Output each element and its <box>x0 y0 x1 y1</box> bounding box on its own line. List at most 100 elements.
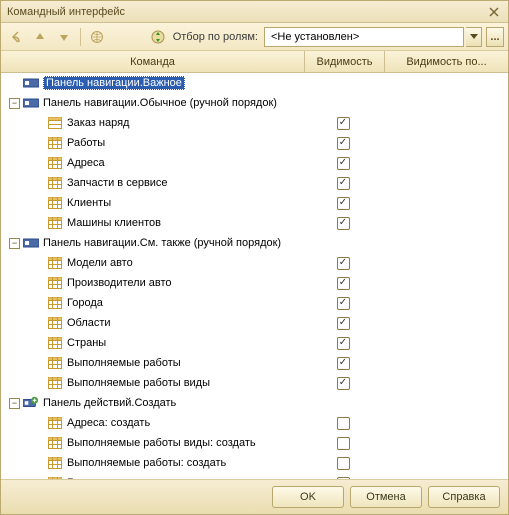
tree-item[interactable]: Клиенты <box>1 193 508 213</box>
row-label: Выполняемые работы виды <box>67 377 210 389</box>
row-label: Выполняемые работы: создать <box>67 457 226 469</box>
row-label: Машины клиентов <box>67 217 161 229</box>
titlebar: Командный интерфейс <box>1 1 508 23</box>
header-visibility-by[interactable]: Видимость по... <box>385 51 508 72</box>
tree-item[interactable]: Выполняемые работы: создать <box>1 453 508 473</box>
visibility-checkbox[interactable] <box>337 137 350 150</box>
grid-icon <box>47 356 63 370</box>
tree-item[interactable]: Машины клиентов <box>1 213 508 233</box>
row-label: Выполняемые работы виды: создать <box>67 437 256 449</box>
visibility-checkbox[interactable] <box>337 197 350 210</box>
tree-item[interactable]: Выполняемые работы виды: создать <box>1 433 508 453</box>
grid-icon <box>47 296 63 310</box>
tree-item[interactable]: Адреса <box>1 153 508 173</box>
footer: OK Отмена Справка <box>1 480 508 514</box>
tree-body[interactable]: Панель навигации.Важное−Панель навигации… <box>1 73 508 480</box>
tree-item[interactable]: Страны <box>1 333 508 353</box>
globe-button[interactable] <box>86 26 108 48</box>
grid-icon <box>47 176 63 190</box>
row-label: Выполняемые работы <box>67 357 181 369</box>
grid-icon <box>47 316 63 330</box>
row-label: Запчасти в сервисе <box>67 177 168 189</box>
down-button[interactable] <box>53 26 75 48</box>
tree-item[interactable]: Области <box>1 313 508 333</box>
grid-icon <box>47 376 63 390</box>
row-label: Адреса <box>67 157 105 169</box>
row-label: Области <box>67 317 111 329</box>
tree-group[interactable]: Панель навигации.Важное <box>1 73 508 93</box>
visibility-checkbox[interactable] <box>337 257 350 270</box>
visibility-checkbox[interactable] <box>337 297 350 310</box>
tree-group[interactable]: −Панель навигации.Обычное (ручной порядо… <box>1 93 508 113</box>
header-command[interactable]: Команда <box>1 51 305 72</box>
grid-icon <box>47 436 63 450</box>
panel-icon <box>23 236 39 250</box>
tree-item[interactable]: Модели авто <box>1 253 508 273</box>
refresh-button[interactable] <box>147 26 169 48</box>
grid-icon <box>47 276 63 290</box>
up-button[interactable] <box>29 26 51 48</box>
visibility-checkbox[interactable] <box>337 417 350 430</box>
expand-toggle[interactable]: − <box>9 398 20 409</box>
close-icon[interactable] <box>486 4 502 20</box>
role-filter-select[interactable] <box>264 27 464 47</box>
separator <box>80 28 81 46</box>
window: Командный интерфейс Отбор по ролям: ... <box>0 0 509 515</box>
visibility-checkbox[interactable] <box>337 317 350 330</box>
header-visibility[interactable]: Видимость <box>305 51 385 72</box>
grid-icon <box>47 256 63 270</box>
row-label: Клиенты <box>67 197 111 209</box>
tree-item[interactable]: Выполняемые работы виды <box>1 373 508 393</box>
row-label: Панель действий.Создать <box>43 397 176 409</box>
visibility-checkbox[interactable] <box>337 217 350 230</box>
visibility-checkbox[interactable] <box>337 337 350 350</box>
tree-item[interactable]: Производители авто <box>1 273 508 293</box>
grid-icon <box>47 156 63 170</box>
tree-item[interactable]: Заказ наряд <box>1 113 508 133</box>
grid-icon <box>47 216 63 230</box>
grid-icon <box>47 336 63 350</box>
tree-group[interactable]: − Панель навигации.См. также (ручной поря… <box>1 233 508 253</box>
tree-group[interactable]: − Панель действий.Создать <box>1 393 508 413</box>
row-label: Страны <box>67 337 106 349</box>
more-button[interactable]: ... <box>486 27 504 47</box>
row-label: Производители авто <box>67 277 172 289</box>
help-button[interactable]: Справка <box>428 486 500 508</box>
window-title: Командный интерфейс <box>7 6 486 18</box>
tree-item[interactable]: Города <box>1 293 508 313</box>
expand-toggle[interactable]: − <box>9 238 20 249</box>
tree-item[interactable]: Города: создать <box>1 473 508 480</box>
ok-button[interactable]: OK <box>272 486 344 508</box>
panel-icon <box>23 96 39 110</box>
grid-icon <box>47 196 63 210</box>
role-filter-input[interactable] <box>269 30 459 44</box>
column-headers: Команда Видимость Видимость по... <box>1 51 508 73</box>
visibility-checkbox[interactable] <box>337 117 350 130</box>
visibility-checkbox[interactable] <box>337 457 350 470</box>
row-label: Панель навигации.Важное <box>43 76 185 90</box>
panel-icon <box>23 76 39 90</box>
tree-item[interactable]: Работы <box>1 133 508 153</box>
expand-toggle[interactable]: − <box>9 98 20 109</box>
visibility-checkbox[interactable] <box>337 157 350 170</box>
tree-item[interactable]: Выполняемые работы <box>1 353 508 373</box>
row-label: Города <box>67 297 103 309</box>
cancel-button[interactable]: Отмена <box>350 486 422 508</box>
row-label: Модели авто <box>67 257 133 269</box>
visibility-checkbox[interactable] <box>337 277 350 290</box>
grid-icon <box>47 456 63 470</box>
tree-item[interactable]: Запчасти в сервисе <box>1 173 508 193</box>
row-label: Адреса: создать <box>67 417 150 429</box>
visibility-checkbox[interactable] <box>337 177 350 190</box>
grid-single-icon <box>47 116 63 130</box>
dropdown-button[interactable] <box>466 27 482 47</box>
tree-item[interactable]: Адреса: создать <box>1 413 508 433</box>
back-button[interactable] <box>5 26 27 48</box>
grid-icon <box>47 136 63 150</box>
visibility-checkbox[interactable] <box>337 377 350 390</box>
panel-add-icon <box>23 396 39 410</box>
row-label: Работы <box>67 137 105 149</box>
visibility-checkbox[interactable] <box>337 357 350 370</box>
row-label: Панель навигации.См. также (ручной поряд… <box>43 237 281 249</box>
visibility-checkbox[interactable] <box>337 437 350 450</box>
